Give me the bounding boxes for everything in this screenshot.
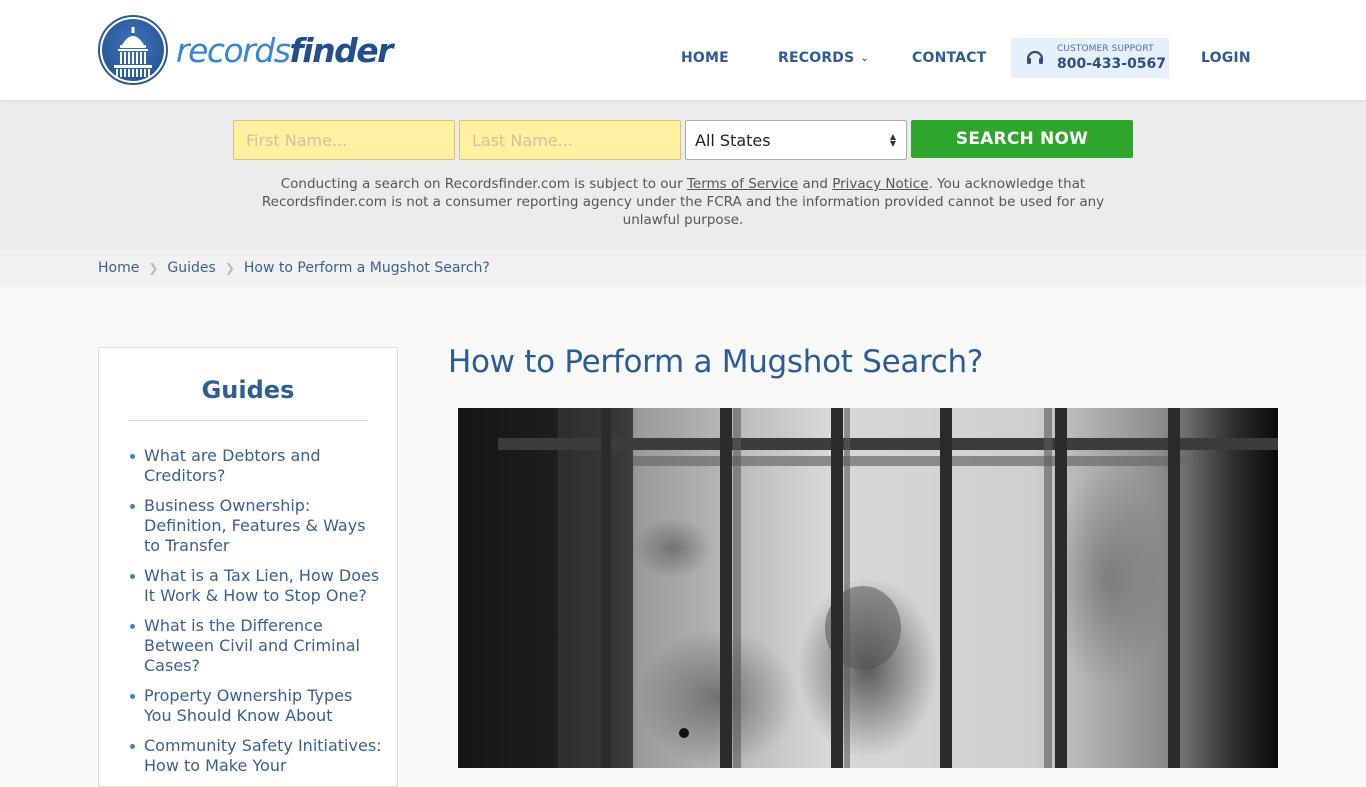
search-band: All States ▲▼ SEARCH NOW Conducting a se… bbox=[0, 100, 1366, 249]
select-arrows-icon: ▲ ▼ bbox=[889, 132, 896, 148]
state-select[interactable]: All States ▲ ▼ bbox=[685, 120, 907, 160]
guide-link[interactable]: Business Ownership: Definition, Features… bbox=[130, 496, 384, 556]
hero-image bbox=[458, 408, 1278, 768]
jail-bars-photo bbox=[458, 408, 1278, 768]
sidebar-title: Guides bbox=[201, 376, 295, 404]
search-now-button[interactable]: SEARCH NOW bbox=[911, 120, 1133, 158]
nav-records-label: RECORDS bbox=[778, 50, 855, 66]
breadcrumb-current[interactable]: How to Perform a Mugshot Search? bbox=[244, 260, 490, 276]
chevron-down-icon: ⌄ bbox=[860, 53, 869, 64]
site-header: recordsfinder HOME RECORDS ⌄ CONTACT LOGI… bbox=[0, 0, 1366, 100]
nav-home-label: HOME bbox=[681, 50, 729, 66]
nav-home[interactable]: HOME bbox=[681, 38, 729, 78]
guide-link[interactable]: Community Safety Initiatives: How to Mak… bbox=[130, 736, 384, 776]
search-disclaimer: Conducting a search on Recordsfinder.com… bbox=[250, 175, 1116, 229]
customer-support-button[interactable]: CUSTOMER SUPPORT 800-433-0567 bbox=[1011, 38, 1169, 78]
disclaimer-text-2: and bbox=[798, 176, 833, 192]
guide-link-label[interactable]: What is a Tax Lien, How Does It Work & H… bbox=[144, 566, 379, 605]
guide-link-label[interactable]: Property Ownership Types You Should Know… bbox=[144, 686, 352, 725]
breadcrumb-home[interactable]: Home bbox=[98, 260, 139, 276]
article-title: How to Perform a Mugshot Search? bbox=[448, 344, 984, 380]
nav-contact[interactable]: CONTACT bbox=[912, 38, 986, 78]
guide-list: What are Debtors and Creditors? Business… bbox=[130, 446, 384, 786]
support-label: CUSTOMER SUPPORT bbox=[1057, 44, 1154, 54]
headset-icon bbox=[1026, 50, 1044, 64]
chevron-right-icon: ❯ bbox=[224, 261, 235, 275]
guide-link-label[interactable]: What are Debtors and Creditors? bbox=[144, 446, 321, 485]
first-name-input[interactable] bbox=[233, 120, 455, 160]
guide-link[interactable]: Property Ownership Types You Should Know… bbox=[130, 686, 384, 726]
guides-sidebar: Guides What are Debtors and Creditors? B… bbox=[98, 347, 398, 787]
disclaimer-text-1: Conducting a search on Recordsfinder.com… bbox=[280, 176, 687, 192]
nav-login[interactable]: LOGIN bbox=[1201, 38, 1251, 78]
nav-login-label: LOGIN bbox=[1201, 50, 1251, 66]
privacy-notice-link[interactable]: Privacy Notice bbox=[832, 176, 928, 192]
chevron-right-icon: ❯ bbox=[148, 261, 159, 275]
guide-link-label[interactable]: What is the Difference Between Civil and… bbox=[144, 616, 360, 675]
guide-link-label[interactable]: Community Safety Initiatives: How to Mak… bbox=[144, 736, 382, 775]
sidebar-divider bbox=[128, 420, 368, 421]
last-name-input[interactable] bbox=[459, 120, 681, 160]
guide-link[interactable]: What is a Tax Lien, How Does It Work & H… bbox=[130, 566, 384, 606]
breadcrumb-guides[interactable]: Guides bbox=[167, 260, 215, 276]
guide-link-label[interactable]: Business Ownership: Definition, Features… bbox=[144, 496, 366, 555]
state-select-value: All States bbox=[695, 130, 771, 150]
nav-contact-label: CONTACT bbox=[912, 50, 987, 66]
terms-of-service-link[interactable]: Terms of Service bbox=[687, 176, 798, 192]
guide-link[interactable]: What is the Difference Between Civil and… bbox=[130, 616, 384, 676]
guide-link[interactable]: What are Debtors and Creditors? bbox=[130, 446, 384, 486]
nav-records[interactable]: RECORDS ⌄ bbox=[778, 38, 869, 78]
breadcrumb: Home ❯ Guides ❯ How to Perform a Mugshot… bbox=[0, 249, 1366, 287]
support-phone: 800-433-0567 bbox=[1057, 56, 1167, 72]
